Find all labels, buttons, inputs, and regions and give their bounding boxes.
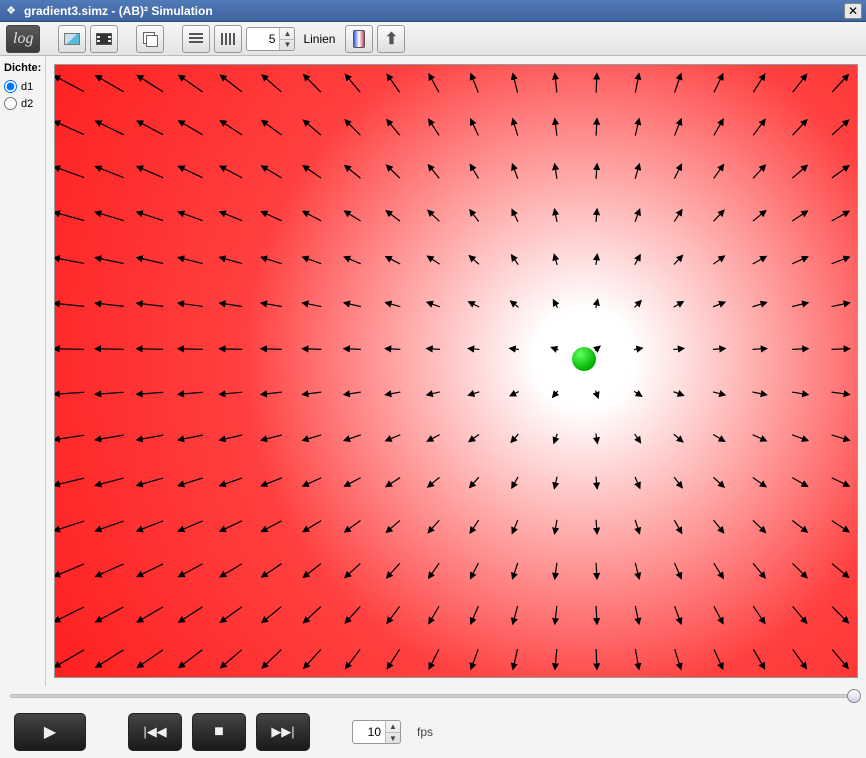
stop-icon: ■ [214,723,224,741]
timeline-thumb[interactable] [847,689,861,703]
skip-start-button[interactable]: |◀◀ [128,713,182,751]
hlines-icon [189,33,203,45]
playbar: ▶ |◀◀ ■ ▶▶| ▲ ▼ fps [0,706,866,758]
sidebar: Dichte: d1 d2 [0,56,46,686]
spin-down-icon[interactable]: ▼ [386,732,400,743]
radio-d1-input[interactable] [4,80,17,93]
image-icon [64,33,80,45]
upload-icon: ⬆ [385,29,398,49]
radio-d1-label: d1 [21,81,33,93]
app-icon: ❖ [4,4,18,18]
spin-down-icon[interactable]: ▼ [280,39,294,50]
log-button[interactable]: log [6,25,40,53]
simulation-canvas[interactable] [54,64,858,678]
radio-d2-label: d2 [21,98,33,110]
hlines-button[interactable] [182,25,210,53]
radio-d2-input[interactable] [4,97,17,110]
colormap-button[interactable] [345,25,373,53]
radio-d1[interactable]: d1 [4,80,41,93]
main-area: Dichte: d1 d2 [0,56,866,686]
radio-d2[interactable]: d2 [4,97,41,110]
timeline-track[interactable] [10,694,856,698]
skip-start-icon: |◀◀ [143,724,166,740]
play-icon: ▶ [44,722,56,742]
fps-label: fps [417,725,433,739]
sidebar-header: Dichte: [4,62,41,74]
upload-button[interactable]: ⬆ [377,25,405,53]
close-button[interactable]: ✕ [844,3,862,19]
linien-label: Linien [303,32,335,46]
window-title: gradient3.simz - (AB)² Simulation [24,4,844,18]
fps-spinner[interactable]: ▲ ▼ [352,720,401,744]
spin-up-icon[interactable]: ▲ [280,28,294,39]
vlines-button[interactable] [214,25,242,53]
log-label: log [13,30,33,48]
stop-button[interactable]: ■ [192,713,246,751]
canvas-wrap [46,56,866,686]
line-count-spinner[interactable]: ▲ ▼ [246,27,295,51]
close-icon: ✕ [848,4,858,18]
play-button[interactable]: ▶ [14,713,86,751]
titlebar: ❖ gradient3.simz - (AB)² Simulation ✕ [0,0,866,22]
timeline-scrubber[interactable] [0,686,866,706]
toolbar: log ▲ ▼ Linien ⬆ [0,22,866,56]
fps-input[interactable] [353,725,385,739]
layers-icon [143,32,157,46]
vector-field [55,65,857,677]
image-button[interactable] [58,25,86,53]
colormap-icon [353,30,365,48]
spin-up-icon[interactable]: ▲ [386,721,400,732]
source-marker [572,347,596,371]
layers-button[interactable] [136,25,164,53]
skip-end-icon: ▶▶| [271,724,294,740]
skip-end-button[interactable]: ▶▶| [256,713,310,751]
film-button[interactable] [90,25,118,53]
line-count-input[interactable] [247,32,279,46]
film-icon [96,33,112,45]
vlines-icon [221,33,235,45]
